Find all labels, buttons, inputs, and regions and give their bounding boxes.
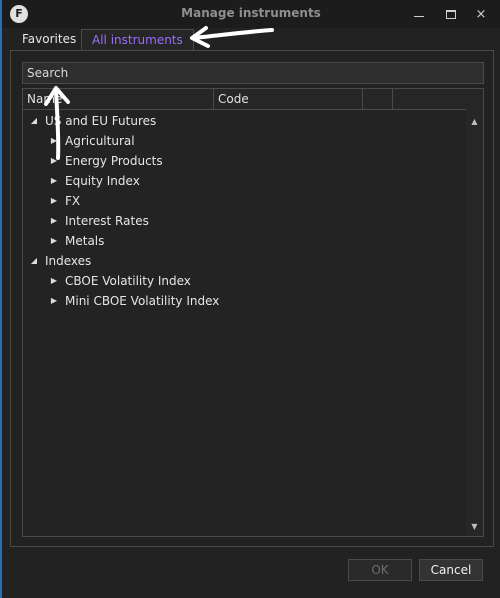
cancel-button[interactable]: Cancel (419, 559, 483, 581)
tree-node-metals[interactable]: ▶ Metals (23, 231, 466, 251)
expanded-arrow-icon[interactable]: ◢ (29, 111, 39, 131)
search-input[interactable] (22, 62, 484, 84)
scroll-down-arrow-icon[interactable]: ▼ (466, 520, 483, 534)
tree-node-label: Interest Rates (65, 214, 149, 228)
collapsed-arrow-icon[interactable]: ▶ (49, 211, 59, 231)
tree-node-cboe-volatility-index[interactable]: ▶ CBOE Volatility Index (23, 271, 466, 291)
manage-instruments-window: F Manage instruments × Favorites All ins… (0, 0, 500, 598)
column-header-empty[interactable] (363, 89, 393, 109)
column-header-code[interactable]: Code (214, 89, 363, 109)
collapsed-arrow-icon[interactable]: ▶ (49, 191, 59, 211)
tree-node-label: Energy Products (65, 154, 163, 168)
collapsed-arrow-icon[interactable]: ▶ (49, 271, 59, 291)
close-button[interactable]: × (468, 3, 494, 25)
annotation-arrow-search (44, 86, 70, 160)
grid-header: Name Code (23, 89, 483, 110)
tree-node-label: Metals (65, 234, 105, 248)
tree-node-label: Indexes (45, 254, 92, 268)
tree-node-label: Mini CBOE Volatility Index (65, 294, 220, 308)
tab-panel: Name Code ◢ US and EU Futures ▶ Agricult… (10, 50, 494, 547)
annotation-arrow-tab (190, 26, 274, 48)
tree-node-label: Equity Index (65, 174, 140, 188)
tree-node-us-eu-futures[interactable]: ◢ US and EU Futures (23, 111, 466, 131)
tree-node-indexes[interactable]: ◢ Indexes (23, 251, 466, 271)
instrument-tree: ◢ US and EU Futures ▶ Agricultural ▶ Ene… (23, 111, 466, 311)
maximize-icon (446, 9, 456, 19)
collapsed-arrow-icon[interactable]: ▶ (49, 291, 59, 311)
tree-node-label: CBOE Volatility Index (65, 274, 191, 288)
collapsed-arrow-icon[interactable]: ▶ (49, 171, 59, 191)
scroll-up-arrow-icon[interactable]: ▲ (466, 115, 483, 129)
tree-node-agricultural[interactable]: ▶ Agricultural (23, 131, 466, 151)
maximize-button[interactable] (438, 3, 464, 25)
tab-favorites[interactable]: Favorites (12, 29, 86, 51)
tree-node-interest-rates[interactable]: ▶ Interest Rates (23, 211, 466, 231)
tree-node-label: Agricultural (65, 134, 135, 148)
tree-node-label: FX (65, 194, 81, 208)
collapsed-arrow-icon[interactable]: ▶ (49, 231, 59, 251)
tab-all-instruments[interactable]: All instruments (81, 29, 194, 51)
instruments-grid: Name Code ◢ US and EU Futures ▶ Agricult… (22, 88, 484, 537)
tree-node-fx[interactable]: ▶ FX (23, 191, 466, 211)
minimize-icon (414, 15, 424, 17)
expanded-arrow-icon[interactable]: ◢ (29, 251, 39, 271)
close-icon: × (475, 6, 487, 22)
ok-button[interactable]: OK (348, 559, 412, 581)
minimize-button[interactable] (406, 3, 432, 25)
tree-node-energy-products[interactable]: ▶ Energy Products (23, 151, 466, 171)
vertical-scrollbar[interactable]: ▲ ▼ (466, 89, 483, 536)
tree-node-mini-cboe-volatility-index[interactable]: ▶ Mini CBOE Volatility Index (23, 291, 466, 311)
tree-node-equity-index[interactable]: ▶ Equity Index (23, 171, 466, 191)
